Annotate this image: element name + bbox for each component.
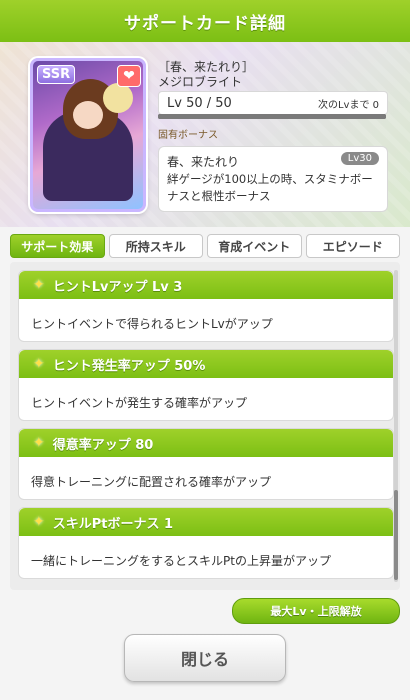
scrollbar-thumb[interactable] (394, 490, 398, 580)
limit-break-button[interactable]: 最大Lv・上限解放 (232, 598, 400, 624)
tab-training-events[interactable]: 育成イベント (207, 234, 302, 258)
effect-description: 得意トレーニングに配置される確率がアップ (31, 475, 272, 489)
effect-label: 得意率アップ 80 (52, 437, 154, 453)
close-button[interactable]: 閉じる (124, 634, 286, 682)
effect-label: ヒント発生率アップ 50% (52, 358, 206, 374)
support-card-image[interactable]: SSR ❤ (30, 58, 146, 212)
effect-description: 一緒にトレーニングをするとスキルPtの上昇量がアップ (31, 554, 331, 568)
effect-label: ヒントLvアップ Lv 3 (52, 279, 183, 295)
dialog-title: サポートカード詳細 (0, 0, 410, 44)
level-progress-fill (158, 114, 386, 119)
unique-bonus-box: 春、来たれり Lv30 絆ゲージが100以上の時、スタミナボーナスと根性ボーナス (158, 146, 388, 212)
card-art-shape (73, 101, 103, 129)
tab-support-effects[interactable]: サポート効果 (10, 234, 105, 258)
sparkle-icon: ✦ (33, 435, 45, 451)
tab-bar: サポート効果 所持スキル 育成イベント エピソード (10, 234, 400, 258)
rarity-badge: SSR (37, 65, 76, 84)
level-text: Lv 50 / 50 (167, 95, 232, 111)
list-item: ✦ ヒント発生率アップ 50% ヒントイベントが発生する確率がアップ (18, 349, 394, 421)
level-box: Lv 50 / 50 次のLvまで 0 (158, 91, 388, 115)
effect-header: ✦ スキルPtボーナス 1 (19, 508, 393, 536)
level-progress-bar (158, 114, 386, 119)
effects-list[interactable]: ✦ ヒントLvアップ Lv 3 ヒントイベントで得られるヒントLvがアップ ✦ … (10, 262, 400, 590)
sparkle-icon: ✦ (33, 356, 45, 372)
effect-label: スキルPtボーナス 1 (52, 516, 174, 532)
unique-bonus-label: 固有ボーナス (158, 130, 218, 141)
unique-bonus-description: 絆ゲージが100以上の時、スタミナボーナスと根性ボーナス (167, 172, 373, 203)
effect-description: ヒントイベントが発生する確率がアップ (31, 396, 248, 410)
scrollbar[interactable] (394, 270, 398, 582)
effect-header: ✦ ヒントLvアップ Lv 3 (19, 271, 393, 299)
effect-header: ✦ 得意率アップ 80 (19, 429, 393, 457)
unique-bonus-name: 春、来たれり (167, 155, 240, 169)
unique-bonus-level-badge: Lv30 (340, 152, 379, 165)
sparkle-icon: ✦ (33, 514, 45, 530)
list-item: ✦ ヒントLvアップ Lv 3 ヒントイベントで得られるヒントLvがアップ (18, 270, 394, 342)
tab-skills[interactable]: 所持スキル (108, 234, 203, 258)
sparkle-icon: ✦ (33, 277, 45, 293)
support-card-detail-dialog: サポートカード詳細 SSR ❤ ［春、来たれり］ メジロブライト Lv 50 /… (0, 0, 410, 700)
heart-icon[interactable]: ❤ (117, 65, 141, 87)
character-name: メジロブライト (158, 75, 243, 89)
list-item: ✦ スキルPtボーナス 1 一緒にトレーニングをするとスキルPtの上昇量がアップ (18, 507, 394, 579)
effect-header: ✦ ヒント発生率アップ 50% (19, 350, 393, 378)
list-item: ✦ 得意率アップ 80 得意トレーニングに配置される確率がアップ (18, 428, 394, 500)
next-level-text: 次のLvまで 0 (317, 99, 379, 111)
effect-description: ヒントイベントで得られるヒントLvがアップ (31, 317, 273, 331)
card-art-shape (103, 83, 133, 113)
tab-episodes[interactable]: エピソード (305, 234, 400, 258)
